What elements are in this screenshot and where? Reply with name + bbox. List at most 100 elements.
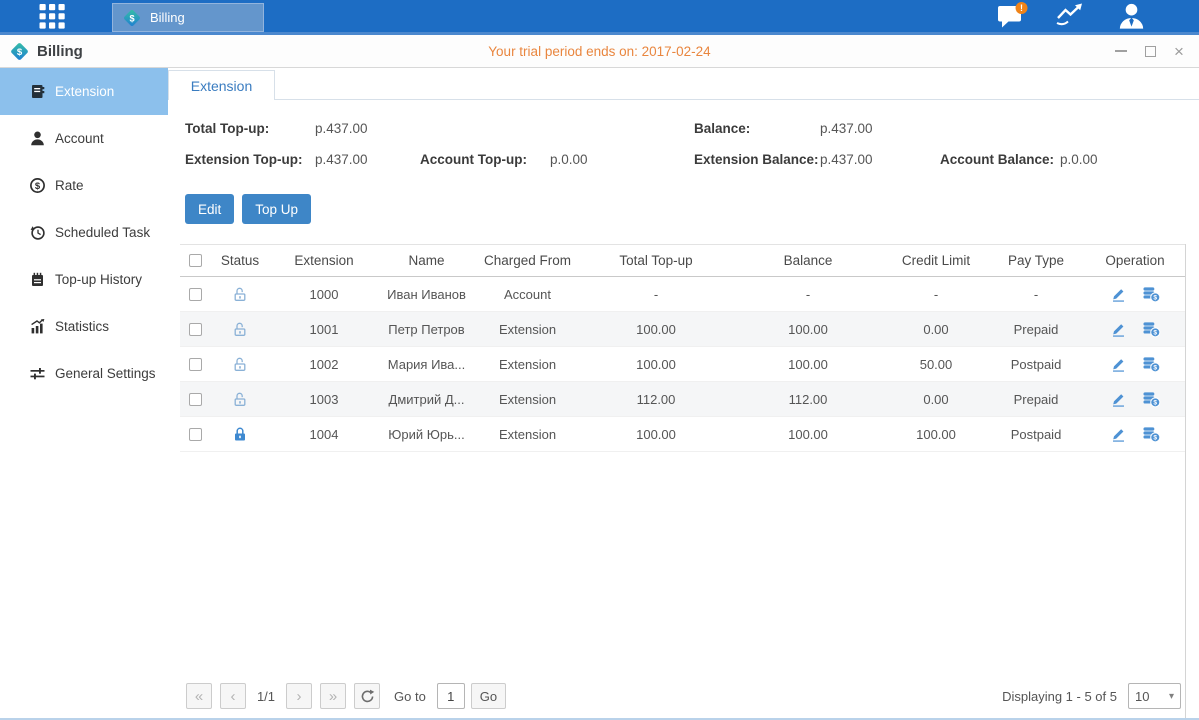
- minimize-button[interactable]: [1114, 44, 1128, 58]
- next-page-icon: ›: [297, 688, 302, 705]
- total-topup-value: p.437.00: [315, 121, 368, 136]
- balance-value: p.437.00: [820, 121, 873, 136]
- cell-extension: 1003: [270, 392, 378, 407]
- trial-message: Your trial period ends on: 2017-02-24: [0, 44, 1199, 59]
- row-checkbox[interactable]: [189, 428, 202, 441]
- refresh-button[interactable]: [354, 683, 380, 709]
- edit-icon[interactable]: [1110, 286, 1127, 303]
- next-page-button[interactable]: ›: [286, 683, 312, 709]
- cell-charged-from: Extension: [475, 392, 580, 407]
- notifications-button[interactable]: !: [995, 1, 1029, 31]
- edit-icon[interactable]: [1110, 391, 1127, 408]
- table-row: 1003 Дмитрий Д... Extension 112.00 112.0…: [180, 382, 1185, 417]
- user-icon: [1115, 1, 1148, 31]
- header-operation: Operation: [1084, 253, 1186, 268]
- sidebar-item-topup-history[interactable]: Top-up History: [0, 256, 168, 303]
- cell-charged-from: Account: [475, 287, 580, 302]
- user-account-button[interactable]: [1115, 1, 1148, 31]
- maximize-button[interactable]: [1143, 44, 1157, 58]
- table-header-row: Status Extension Name Charged From Total…: [180, 244, 1185, 277]
- clock-history-icon: [29, 224, 46, 241]
- sidebar-item-statistics[interactable]: Statistics: [0, 303, 168, 350]
- statistics-monitor-button[interactable]: [1054, 1, 1090, 31]
- header-name: Name: [378, 253, 475, 268]
- cell-name: Юрий Юрь...: [378, 427, 475, 442]
- sidebar-item-account[interactable]: Account: [0, 115, 168, 162]
- balance-label: Balance:: [694, 121, 750, 136]
- svg-text:$: $: [1153, 399, 1157, 406]
- app-launcher-button[interactable]: [33, 2, 71, 30]
- billing-diamond-icon: $: [122, 8, 142, 28]
- select-all-checkbox[interactable]: [189, 254, 202, 267]
- goto-page-input[interactable]: [437, 683, 465, 709]
- page-size-select[interactable]: 10 ▾: [1128, 683, 1181, 709]
- extension-topup-value: p.437.00: [315, 152, 368, 167]
- top-up-icon[interactable]: $: [1142, 356, 1161, 373]
- status-cell: [210, 391, 270, 407]
- cell-name: Дмитрий Д...: [378, 392, 475, 407]
- maximize-icon: [1145, 46, 1156, 57]
- table-row: 1002 Мария Ива... Extension 100.00 100.0…: [180, 347, 1185, 382]
- table-row: 1004 Юрий Юрь... Extension 100.00 100.00…: [180, 417, 1185, 452]
- sidebar-item-label: Top-up History: [55, 272, 142, 287]
- line-chart-icon: [1054, 1, 1090, 31]
- top-up-button[interactable]: Top Up: [242, 194, 311, 224]
- tab-extension[interactable]: Extension: [168, 70, 275, 100]
- cell-balance: 100.00: [732, 427, 884, 442]
- account-balance-value: p.0.00: [1060, 152, 1098, 167]
- cell-credit-limit: 0.00: [884, 322, 988, 337]
- top-up-icon[interactable]: $: [1142, 391, 1161, 408]
- go-button[interactable]: Go: [471, 683, 506, 709]
- cell-balance: -: [732, 287, 884, 302]
- cell-total-topup: 112.00: [580, 392, 732, 407]
- table-row: 1000 Иван Иванов Account - - - - $: [180, 277, 1185, 312]
- cell-charged-from: Extension: [475, 357, 580, 372]
- edit-icon[interactable]: [1110, 426, 1127, 443]
- last-page-button[interactable]: »: [320, 683, 346, 709]
- sidebar-item-scheduled-task[interactable]: Scheduled Task: [0, 209, 168, 256]
- sidebar-item-rate[interactable]: $ Rate: [0, 162, 168, 209]
- page-indicator: 1/1: [246, 689, 286, 704]
- content-panel: Extension Total Top-up: p.437.00 Balance…: [168, 68, 1199, 720]
- prev-page-button[interactable]: ‹: [220, 683, 246, 709]
- dollar-circle-icon: $: [29, 177, 46, 194]
- top-up-icon[interactable]: $: [1142, 286, 1161, 303]
- cell-total-topup: -: [580, 287, 732, 302]
- edit-icon[interactable]: [1110, 356, 1127, 373]
- top-up-icon[interactable]: $: [1142, 321, 1161, 338]
- close-icon: ×: [1174, 43, 1184, 60]
- edit-button[interactable]: Edit: [185, 194, 234, 224]
- cell-name: Иван Иванов: [378, 287, 475, 302]
- sidebar-item-extension[interactable]: Extension: [0, 68, 168, 115]
- table-body: 1000 Иван Иванов Account - - - - $: [180, 277, 1185, 452]
- row-checkbox[interactable]: [189, 393, 202, 406]
- close-button[interactable]: ×: [1172, 44, 1186, 58]
- cell-balance: 112.00: [732, 392, 884, 407]
- top-up-icon[interactable]: $: [1142, 426, 1161, 443]
- sidebar-item-general-settings[interactable]: General Settings: [0, 350, 168, 397]
- cell-charged-from: Extension: [475, 427, 580, 442]
- cell-total-topup: 100.00: [580, 322, 732, 337]
- window-title: Billing: [37, 43, 83, 60]
- header-status: Status: [210, 253, 270, 268]
- pagination-bar: « ‹ 1/1 › » Go to Go Displaying 1 - 5 of…: [180, 672, 1185, 720]
- apps-grid-icon: [37, 1, 67, 31]
- header-total-topup: Total Top-up: [580, 253, 732, 268]
- cell-pay-type: -: [988, 287, 1084, 302]
- row-checkbox[interactable]: [189, 323, 202, 336]
- first-page-icon: «: [195, 688, 203, 705]
- app-tab-billing[interactable]: $ Billing: [112, 3, 264, 32]
- row-checkbox[interactable]: [189, 358, 202, 371]
- svg-text:$: $: [1153, 329, 1157, 336]
- cell-pay-type: Postpaid: [988, 357, 1084, 372]
- extension-book-icon: [29, 83, 46, 100]
- edit-icon[interactable]: [1110, 321, 1127, 338]
- first-page-button[interactable]: «: [186, 683, 212, 709]
- lock-open-icon: [232, 356, 248, 372]
- row-checkbox[interactable]: [189, 288, 202, 301]
- svg-text:$: $: [17, 47, 23, 58]
- svg-text:$: $: [129, 13, 134, 23]
- prev-page-icon: ‹: [231, 688, 236, 705]
- header-credit-limit: Credit Limit: [884, 253, 988, 268]
- svg-text:$: $: [1153, 364, 1157, 371]
